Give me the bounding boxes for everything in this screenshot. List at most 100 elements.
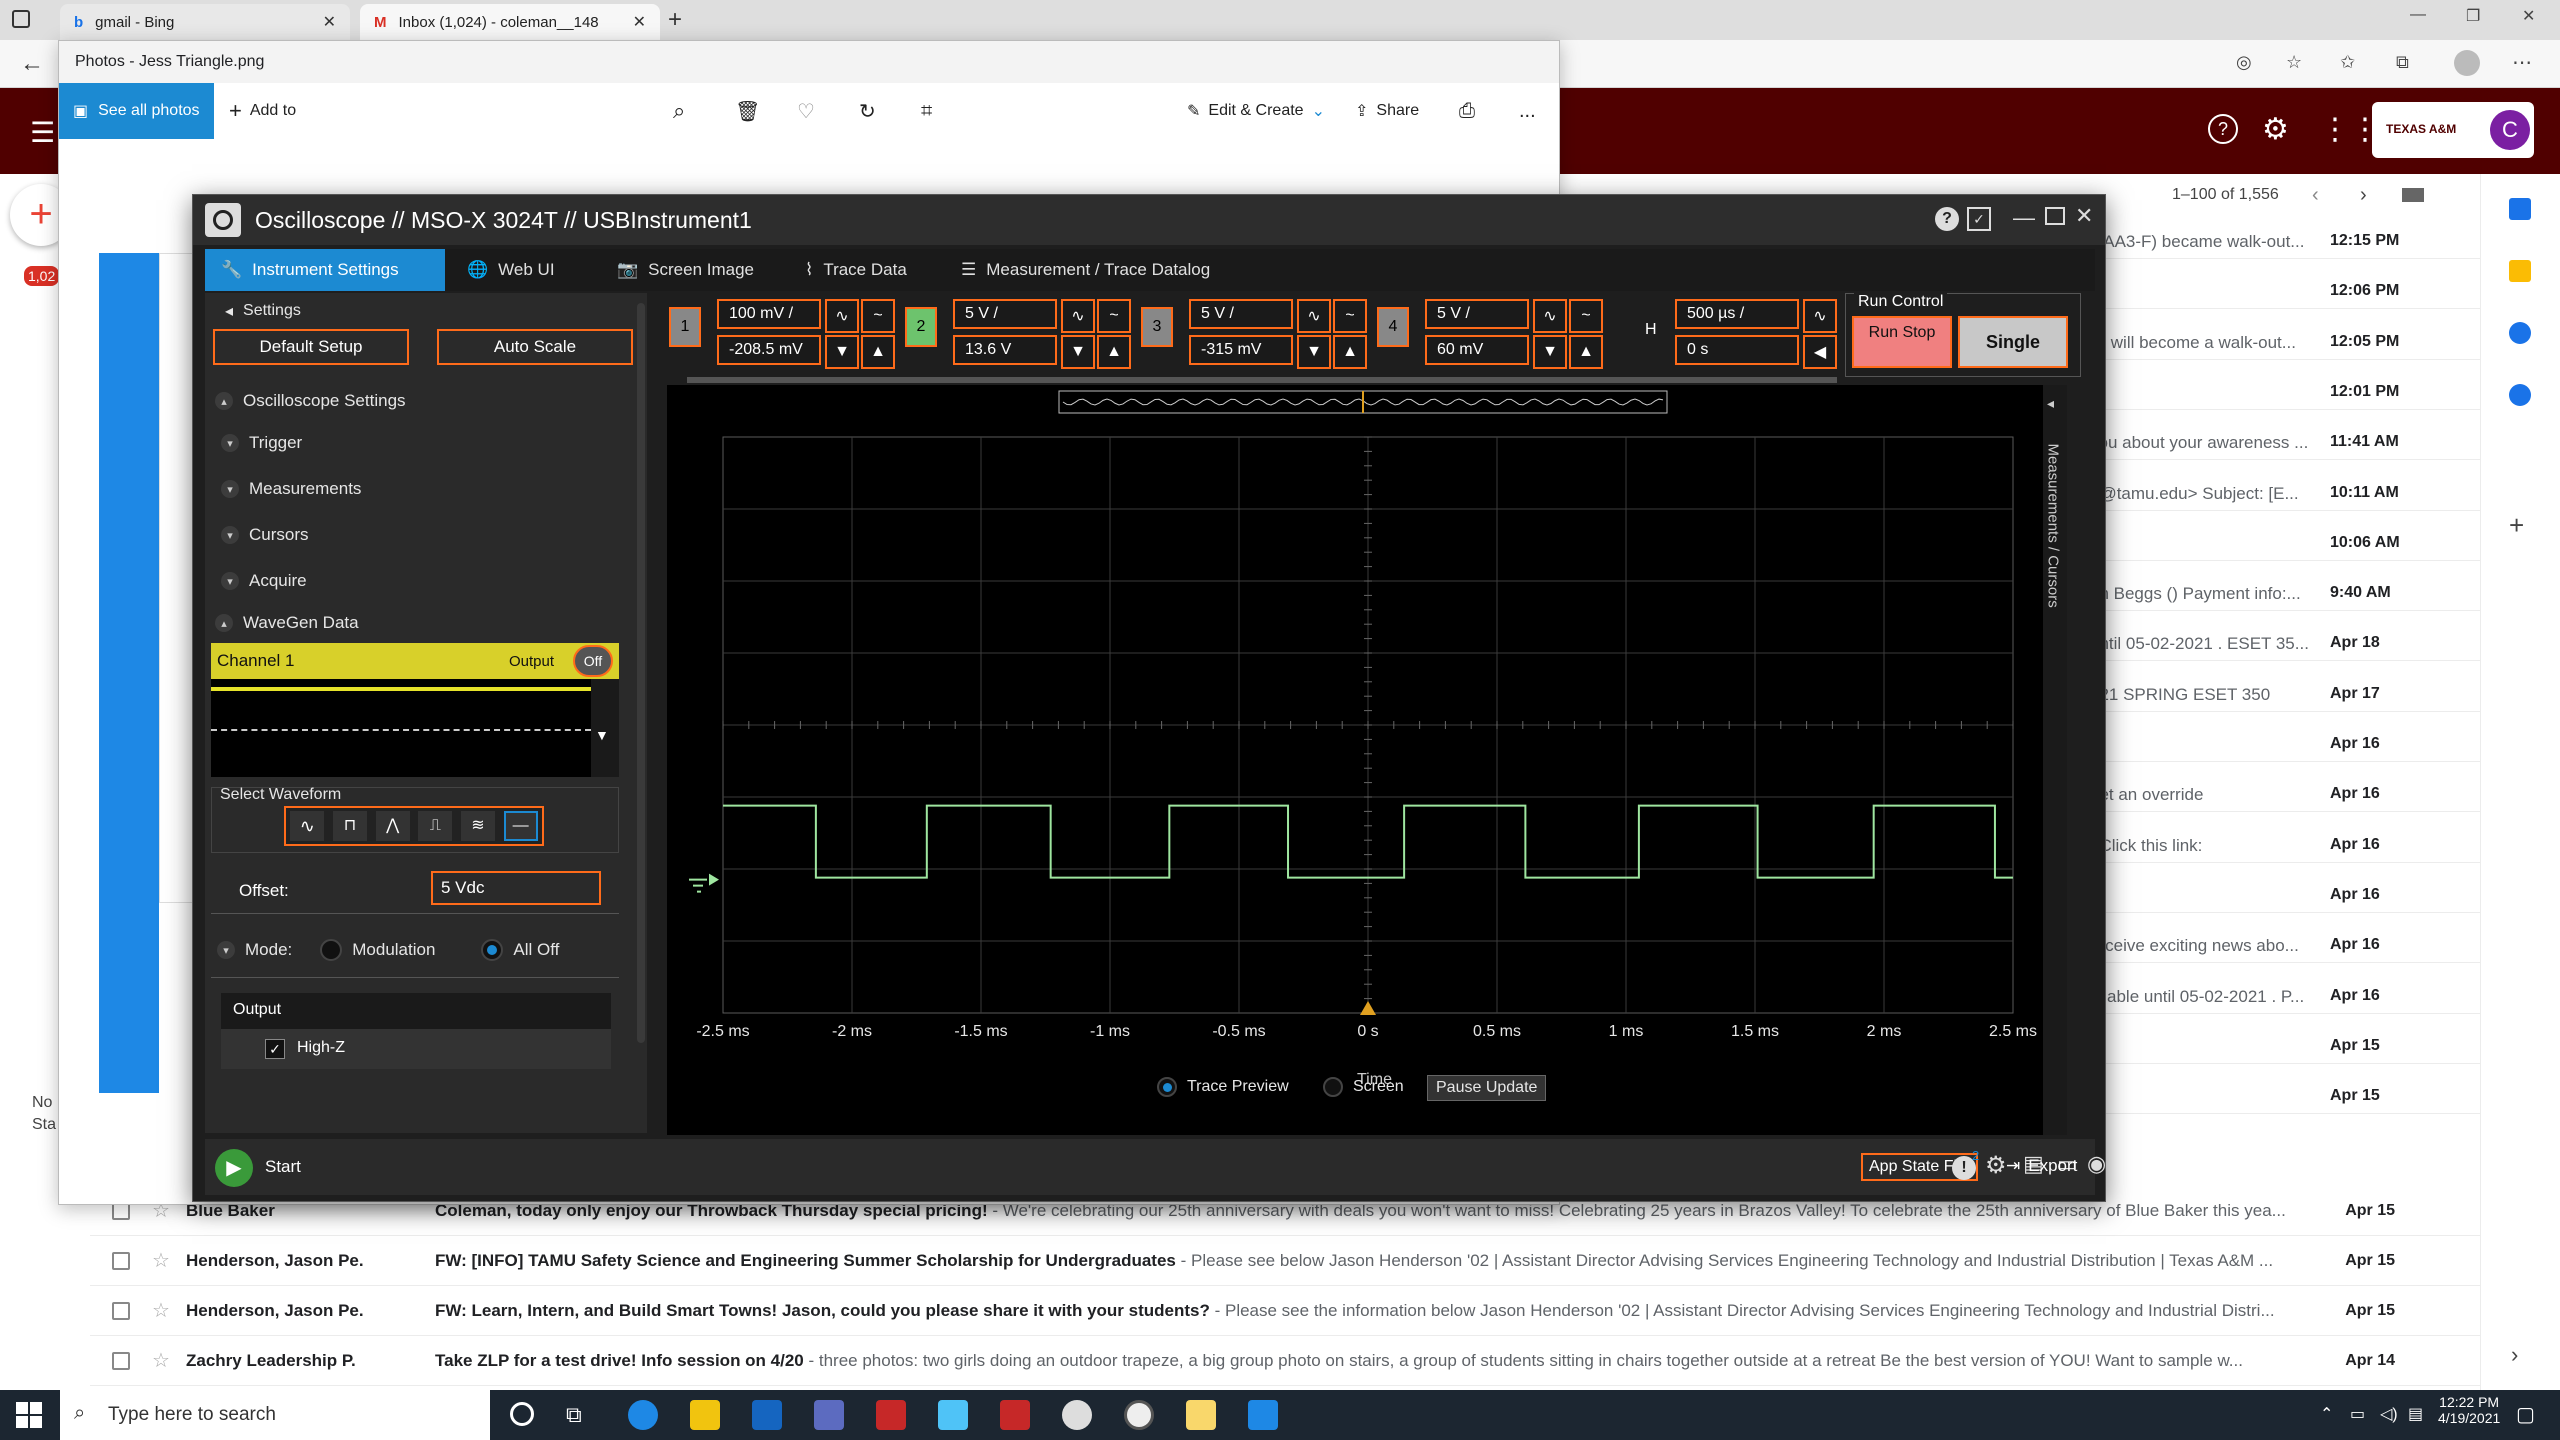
- tab-web-ui[interactable]: 🌐 Web UI: [451, 249, 571, 291]
- star-icon[interactable]: ☆: [152, 1348, 170, 1373]
- tab-bing[interactable]: b gmail - Bing ✕: [60, 4, 350, 40]
- row-snippet[interactable]: , 21 SPRING ESET 350: [2090, 685, 2270, 705]
- horizontal-scale[interactable]: 500 µs /: [1675, 299, 1799, 329]
- section-wavegen[interactable]: ▴ WaveGen Data: [215, 613, 359, 633]
- channel-4-coupling-icon[interactable]: ∿: [1533, 299, 1567, 333]
- window-menu-icon[interactable]: [12, 10, 30, 28]
- favorites-icon[interactable]: ✩: [2340, 52, 2355, 73]
- minimize-icon[interactable]: —: [2410, 6, 2426, 24]
- account-card[interactable]: TEXAS A&M C: [2372, 102, 2534, 158]
- instrument-app-icon[interactable]: [1000, 1400, 1030, 1430]
- close-icon[interactable]: ✕: [2075, 203, 2093, 229]
- row-snippet[interactable]: . Click this link:: [2090, 836, 2202, 856]
- dc-wave-icon[interactable]: —: [503, 811, 538, 841]
- star-icon[interactable]: ☆: [152, 1298, 170, 1323]
- channel-2-offset[interactable]: 13.6 V: [953, 335, 1057, 365]
- close-icon[interactable]: ✕: [2522, 6, 2535, 26]
- tray-clock[interactable]: 12:22 PM 4/19/2021: [2438, 1394, 2500, 1426]
- side-panel-tab[interactable]: ◂ Measurements / Cursors: [2043, 385, 2067, 1135]
- channel-1-offset[interactable]: -208.5 mV: [717, 335, 821, 365]
- remote-app-icon[interactable]: [938, 1400, 968, 1430]
- help-icon[interactable]: ?: [1935, 207, 1959, 231]
- print-icon[interactable]: ⎙: [1459, 83, 1475, 139]
- prev-page-icon[interactable]: ‹: [2312, 184, 2319, 207]
- expand-panel-icon[interactable]: ›: [2511, 1342, 2518, 1368]
- apps-grid-icon[interactable]: ⋮⋮: [2320, 112, 2380, 147]
- edge-icon[interactable]: [628, 1400, 658, 1430]
- channel-3-offset[interactable]: -315 mV: [1189, 335, 1293, 365]
- export-button[interactable]: ⇥ Export: [2006, 1156, 2077, 1176]
- row-snippet[interactable]: you about your awareness ...: [2090, 433, 2308, 453]
- section-cursors[interactable]: ▾ Cursors: [221, 525, 309, 545]
- trace-preview-option[interactable]: Trace Preview: [1157, 1077, 1289, 1097]
- zoom-icon[interactable]: ⌕: [673, 83, 685, 139]
- oscilloscope-active-icon[interactable]: [1124, 1400, 1154, 1430]
- screen-radio[interactable]: [1323, 1077, 1343, 1097]
- channel-1-button[interactable]: 1: [669, 307, 701, 347]
- row-snippet[interactable]: until 05-02-2021 . ESET 35...: [2090, 634, 2309, 654]
- star-icon[interactable]: ☆: [152, 1248, 170, 1273]
- row-snippet[interactable]: F) will become a walk-out...: [2090, 333, 2296, 353]
- tab-measurement-datalog[interactable]: ☰ Measurement / Trace Datalog: [945, 249, 1226, 291]
- horizontal-left-icon[interactable]: ◀: [1803, 335, 1837, 369]
- add-addon-icon[interactable]: +: [2509, 510, 2524, 541]
- row-snippet[interactable]: get an override: [2090, 785, 2203, 805]
- tab-gmail[interactable]: M Inbox (1,024) - coleman__148@t ✕: [360, 4, 660, 40]
- section-trigger[interactable]: ▾ Trigger: [221, 433, 302, 453]
- chevron-down-icon[interactable]: ▼: [595, 727, 609, 743]
- network-icon[interactable]: ▭: [2350, 1404, 2365, 1424]
- keep-icon[interactable]: [2509, 260, 2531, 282]
- pause-update-button[interactable]: Pause Update: [1427, 1075, 1547, 1101]
- mail-icon[interactable]: [752, 1400, 782, 1430]
- read-aloud-icon[interactable]: ◎: [2236, 52, 2252, 73]
- taskbar-search[interactable]: ⌕ Type here to search: [60, 1390, 490, 1440]
- new-tab-button[interactable]: +: [668, 6, 682, 34]
- file-explorer-icon[interactable]: [1186, 1400, 1216, 1430]
- mail-row[interactable]: ☆ Henderson, Jason Pe. FW: [INFO] TAMU S…: [90, 1236, 2480, 1286]
- channel-4-button[interactable]: 4: [1377, 307, 1409, 347]
- all-off-radio[interactable]: [481, 939, 504, 961]
- settings-scrollbar[interactable]: [637, 303, 645, 1043]
- chevron-down-icon[interactable]: ▾: [217, 941, 235, 959]
- next-page-icon[interactable]: ›: [2360, 184, 2367, 207]
- start-play-icon[interactable]: ▶: [215, 1149, 253, 1187]
- channel-3-coupling-icon[interactable]: ∿: [1297, 299, 1331, 333]
- language-icon[interactable]: ▤: [2408, 1404, 2423, 1424]
- trace-preview-radio[interactable]: [1157, 1077, 1177, 1097]
- settings-gear-icon[interactable]: ⚙: [2262, 112, 2289, 147]
- tasks-icon[interactable]: [2509, 322, 2531, 344]
- see-all-photos-button[interactable]: ▣ See all photos: [59, 83, 214, 139]
- oscilloscope-app-icon[interactable]: [1062, 1400, 1092, 1430]
- channel-2-ac-icon[interactable]: ~: [1097, 299, 1131, 333]
- checklist-icon[interactable]: ✓: [1967, 207, 1991, 231]
- channel-2-button[interactable]: 2: [905, 307, 937, 347]
- collections-icon[interactable]: ⧉: [2396, 52, 2409, 73]
- channel-3-scale[interactable]: 5 V /: [1189, 299, 1293, 329]
- tab-instrument-settings[interactable]: 🔧 Instrument Settings: [205, 249, 445, 291]
- teams-icon[interactable]: [814, 1400, 844, 1430]
- channel-3-up-icon[interactable]: ▲: [1333, 335, 1367, 369]
- channel-4-offset[interactable]: 60 mV: [1425, 335, 1529, 365]
- section-measurements[interactable]: ▾ Measurements: [221, 479, 361, 499]
- calendar-icon[interactable]: [2509, 198, 2531, 220]
- output-toggle[interactable]: Off: [573, 645, 613, 677]
- section-oscilloscope-settings[interactable]: ▴ Oscilloscope Settings: [215, 391, 406, 411]
- channel-3-button[interactable]: 3: [1141, 307, 1173, 347]
- favorite-icon[interactable]: ☆: [2286, 52, 2302, 73]
- tray-chevron-icon[interactable]: ⌃: [2320, 1404, 2333, 1424]
- row-checkbox[interactable]: [112, 1251, 130, 1270]
- channel-3-ac-icon[interactable]: ~: [1333, 299, 1367, 333]
- keysight-app-icon[interactable]: [876, 1400, 906, 1430]
- hamburger-menu-icon[interactable]: ☰: [30, 116, 55, 149]
- channel-4-up-icon[interactable]: ▲: [1569, 335, 1603, 369]
- input-tools-icon[interactable]: [2402, 188, 2424, 202]
- settings-header[interactable]: ◂ Settings: [225, 301, 301, 321]
- cortana-icon[interactable]: [510, 1402, 534, 1426]
- ramp-wave-icon[interactable]: ⋀: [375, 811, 410, 841]
- channel-2-down-icon[interactable]: ▼: [1061, 335, 1095, 369]
- favorite-heart-icon[interactable]: ♡: [797, 83, 815, 139]
- channel-2-coupling-icon[interactable]: ∿: [1061, 299, 1095, 333]
- row-snippet[interactable]: n AA3-F) became walk-out...: [2090, 232, 2304, 252]
- noise-wave-icon[interactable]: ≋: [460, 811, 495, 841]
- channel-1-ac-icon[interactable]: ~: [861, 299, 895, 333]
